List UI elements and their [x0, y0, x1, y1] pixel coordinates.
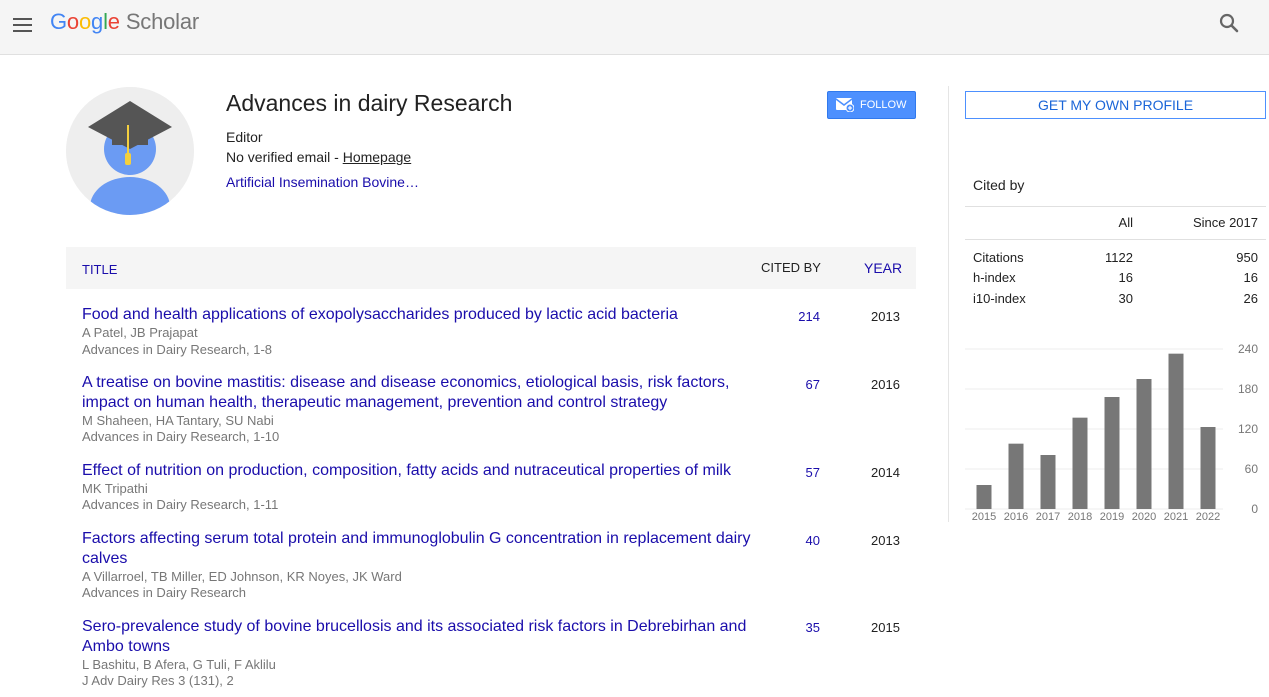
chart-y-tick-label: 240 [1238, 342, 1258, 356]
article-cited-by-count[interactable]: 35 [780, 620, 820, 635]
mail-plus-icon [836, 98, 854, 112]
column-title-sort[interactable]: TITLE [82, 262, 117, 277]
top-bar: Google Scholar [0, 0, 1269, 55]
stat-label-citations: Citations [973, 250, 1024, 265]
chart-bar-2017[interactable] [1040, 455, 1056, 509]
google-scholar-logo[interactable]: Google Scholar [50, 9, 199, 35]
graduate-avatar-icon [66, 87, 194, 215]
stat-all-citations: 1122 [1105, 250, 1133, 265]
article-venue: Advances in Dairy Research, 1-10 [82, 429, 280, 444]
article-title-link[interactable]: Effect of nutrition on production, compo… [82, 461, 752, 481]
chart-bar-2015[interactable] [976, 485, 992, 509]
stat-all-i10-index: 30 [1118, 291, 1133, 306]
follow-button[interactable]: FOLLOW [827, 91, 916, 119]
stats-header-divider [965, 239, 1266, 240]
stat-label-h-index: h-index [973, 270, 1016, 285]
stat-all-h-index: 16 [1118, 270, 1133, 285]
chart-y-tick-label: 0 [1251, 502, 1258, 516]
hamburger-menu-icon[interactable] [12, 14, 34, 36]
homepage-link[interactable]: Homepage [343, 149, 412, 165]
chart-x-tick-label: 2015 [972, 511, 996, 523]
chart-bar-2019[interactable] [1104, 397, 1120, 509]
articles-table-header: TITLE CITED BY YEAR [66, 247, 916, 289]
chart-x-tick-label: 2019 [1100, 511, 1124, 523]
stat-since-i10-index: 26 [1243, 291, 1258, 306]
article-cited-by-count[interactable]: 67 [780, 377, 820, 392]
column-cited-by: CITED BY [761, 260, 821, 275]
chart-bar-2020[interactable] [1136, 379, 1152, 509]
article-venue: J Adv Dairy Res 3 (131), 2 [82, 673, 234, 688]
article-authors: L Bashitu, B Afera, G Tuli, F Aklilu [82, 657, 276, 672]
article-year: 2014 [871, 465, 900, 480]
chart-bar-2021[interactable] [1168, 353, 1184, 509]
chart-y-tick-label: 60 [1245, 462, 1259, 476]
profile-email-line: No verified email - Homepage [226, 149, 411, 165]
article-year: 2013 [871, 533, 900, 548]
profile-affiliation: Editor [226, 129, 263, 145]
chart-y-tick-label: 120 [1238, 422, 1258, 436]
article-cited-by-count[interactable]: 214 [780, 309, 820, 324]
article-title-link[interactable]: Sero-prevalence study of bovine brucello… [82, 617, 752, 657]
article-year: 2016 [871, 377, 900, 392]
chart-bar-2022[interactable] [1200, 427, 1216, 509]
column-year-sort[interactable]: YEAR [864, 260, 902, 276]
article-year: 2013 [871, 309, 900, 324]
article-venue: Advances in Dairy Research [82, 585, 247, 600]
article-authors: MK Tripathi [82, 481, 148, 496]
chart-x-tick-label: 2021 [1164, 511, 1188, 523]
article-authors: A Villarroel, TB Miller, ED Johnson, KR … [82, 569, 402, 584]
article-title-link[interactable]: A treatise on bovine mastitis: disease a… [82, 373, 752, 413]
article-authors: M Shaheen, HA Tantary, SU Nabi [82, 413, 274, 428]
chart-x-tick-label: 2020 [1132, 511, 1156, 523]
chart-y-tick-label: 180 [1238, 382, 1258, 396]
stat-since-h-index: 16 [1243, 270, 1258, 285]
email-status: No verified email - [226, 149, 343, 165]
article-venue: Advances in Dairy Research, 1-8 [82, 342, 273, 357]
profile-avatar [66, 87, 194, 215]
stats-column-all: All [1118, 215, 1133, 230]
search-icon[interactable] [1218, 12, 1240, 34]
article-title-link[interactable]: Factors affecting serum total protein an… [82, 529, 752, 569]
citations-per-year-chart: 240 180 120 60 0 2015 2016 2017 2018 2019 2020 2021… [965, 342, 1259, 523]
cited-by-heading: Cited by [973, 177, 1025, 193]
chart-bar-2018[interactable] [1072, 417, 1088, 509]
stat-since-citations: 950 [1236, 250, 1258, 265]
stats-column-since: Since 2017 [1192, 215, 1258, 230]
follow-label: FOLLOW [860, 99, 907, 111]
chart-bar-2016[interactable] [1008, 443, 1024, 509]
chart-x-tick-label: 2017 [1036, 511, 1060, 523]
chart-x-tick-label: 2016 [1004, 511, 1028, 523]
article-year: 2015 [871, 620, 900, 635]
article-cited-by-count[interactable]: 40 [780, 533, 820, 548]
interest-link[interactable]: Artificial Insemination Bovine… [226, 174, 419, 190]
chart-x-tick-label: 2018 [1068, 511, 1092, 523]
chart-x-tick-label: 2022 [1196, 511, 1220, 523]
column-divider [948, 86, 949, 522]
article-authors: A Patel, JB Prajapat [82, 325, 198, 340]
get-my-own-profile-button[interactable]: GET MY OWN PROFILE [965, 91, 1266, 119]
cited-by-divider [965, 206, 1266, 207]
article-cited-by-count[interactable]: 57 [780, 465, 820, 480]
article-venue: Advances in Dairy Research, 1-11 [82, 497, 279, 512]
article-title-link[interactable]: Food and health applications of exopolys… [82, 305, 752, 325]
stat-label-i10-index: i10-index [973, 291, 1026, 306]
profile-name: Advances in dairy Research [226, 90, 513, 116]
